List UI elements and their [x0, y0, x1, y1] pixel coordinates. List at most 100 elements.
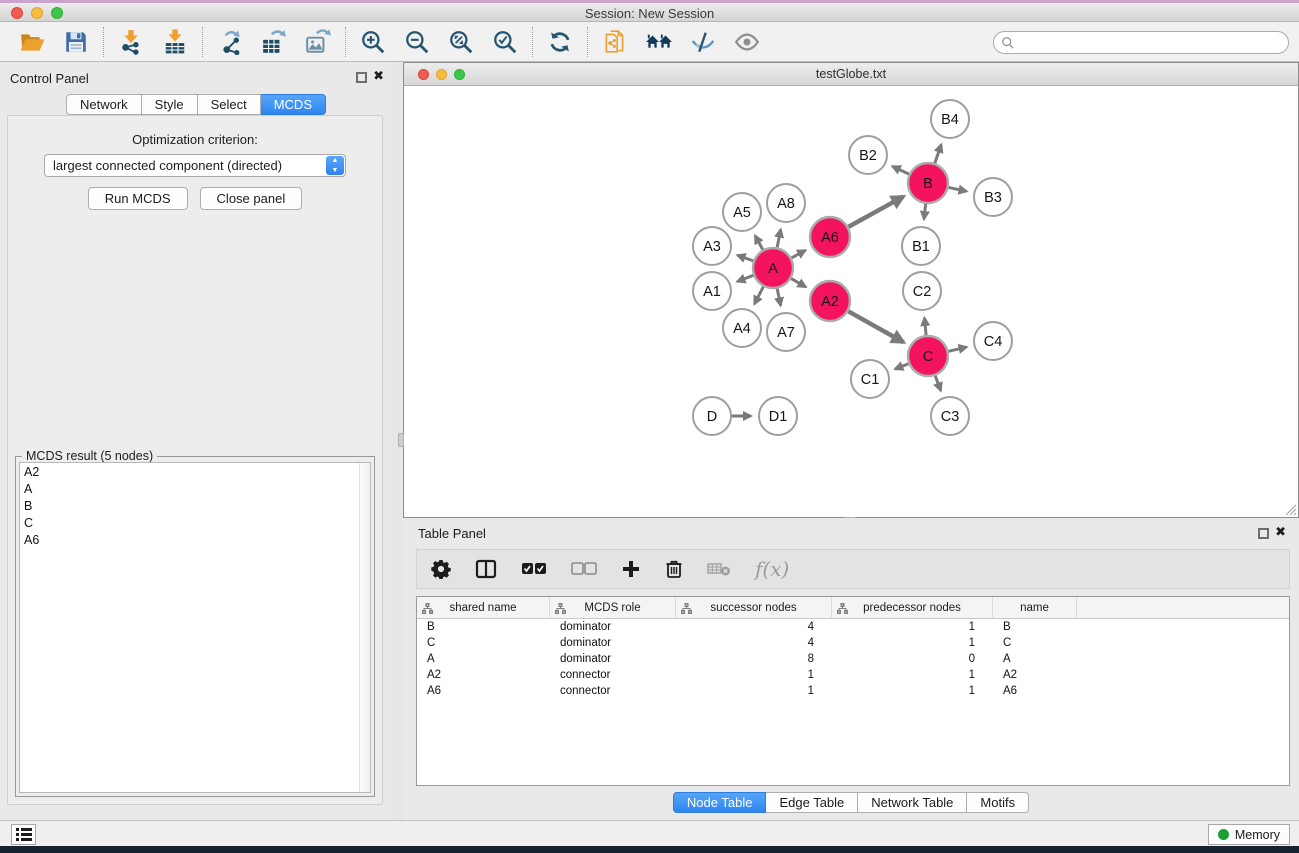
result-list-item[interactable]: A6: [20, 531, 370, 548]
graph-node-A5[interactable]: A5: [723, 193, 761, 231]
graph-node-B2[interactable]: B2: [849, 136, 887, 174]
tab-network[interactable]: Network: [66, 94, 142, 115]
graph-node-C3[interactable]: C3: [931, 397, 969, 435]
table-row[interactable]: A6connector11A6: [417, 683, 1289, 699]
graph-node-A[interactable]: A: [753, 248, 793, 288]
control-panel-close-button[interactable]: ✖: [373, 68, 384, 84]
control-panel-float-button[interactable]: [356, 72, 367, 83]
graph-node-B[interactable]: B: [908, 163, 948, 203]
tab-network-table[interactable]: Network Table: [858, 792, 967, 813]
import-network-icon[interactable]: [109, 25, 153, 59]
graph-edge-B-B3[interactable]: [949, 187, 967, 191]
table-panel-close-button[interactable]: ✖: [1275, 524, 1286, 540]
column-header-MCDS-role[interactable]: MCDS role: [550, 597, 676, 619]
mcds-result-list[interactable]: A2ABCA6: [19, 462, 371, 793]
gear-icon[interactable]: [431, 559, 451, 579]
task-history-button[interactable]: [11, 824, 36, 845]
tab-motifs[interactable]: Motifs: [967, 792, 1029, 813]
result-list-item[interactable]: C: [20, 514, 370, 531]
network-canvas[interactable]: B4 B2 B B3 A8A5 A6 A3 B1 A A1 C2 A2 A4A7 C4 C C1 C3 D D1: [405, 86, 1297, 516]
vertical-splitter-handle[interactable]: [398, 433, 404, 447]
tab-mcds[interactable]: MCDS: [261, 94, 326, 115]
network-window-titlebar[interactable]: testGlobe.txt: [404, 63, 1298, 86]
graph-edge-B-B2[interactable]: [892, 166, 909, 174]
result-list-item[interactable]: A: [20, 480, 370, 497]
result-list-item[interactable]: B: [20, 497, 370, 514]
select-all-checkboxes-icon[interactable]: [521, 562, 547, 576]
export-table-icon[interactable]: [252, 25, 296, 59]
run-mcds-button[interactable]: Run MCDS: [88, 187, 188, 210]
close-panel-button[interactable]: Close panel: [200, 187, 303, 210]
graph-node-D1[interactable]: D1: [759, 397, 797, 435]
graph-edge-A2-C[interactable]: [848, 311, 903, 342]
graph-node-C[interactable]: C: [908, 336, 948, 376]
optimization-criterion-select[interactable]: largest connected component (directed) ▲…: [44, 154, 346, 177]
graph-node-A2[interactable]: A2: [810, 281, 850, 321]
graph-node-B1[interactable]: B1: [902, 227, 940, 265]
graph-node-B4[interactable]: B4: [931, 100, 969, 138]
export-image-icon[interactable]: [296, 25, 340, 59]
graph-edge-A-A6[interactable]: [791, 250, 805, 258]
table-row[interactable]: Bdominator41B: [417, 619, 1289, 635]
graph-node-C2[interactable]: C2: [903, 272, 941, 310]
home-view-icon[interactable]: [637, 25, 681, 59]
column-header-successor-nodes[interactable]: successor nodes: [676, 597, 832, 619]
result-list-scrollbar[interactable]: [359, 463, 370, 792]
graph-node-B3[interactable]: B3: [974, 178, 1012, 216]
open-file-icon[interactable]: [10, 25, 54, 59]
import-table-icon[interactable]: [153, 25, 197, 59]
graph-node-A6[interactable]: A6: [810, 217, 850, 257]
graph-node-A1[interactable]: A1: [693, 272, 731, 310]
column-header-name[interactable]: name: [993, 597, 1077, 619]
graph-edge-C-C4[interactable]: [948, 347, 966, 351]
table-row[interactable]: Adominator80A: [417, 651, 1289, 667]
graph-node-C1[interactable]: C1: [851, 360, 889, 398]
graph-edge-A-A8[interactable]: [777, 229, 781, 247]
graph-node-A3[interactable]: A3: [693, 227, 731, 265]
add-column-icon[interactable]: [621, 559, 641, 579]
refresh-icon[interactable]: [538, 25, 582, 59]
column-selector-icon[interactable]: [475, 559, 497, 579]
tab-node-table[interactable]: Node Table: [673, 792, 767, 813]
export-network-icon[interactable]: [208, 25, 252, 59]
show-graphics-icon[interactable]: [725, 25, 769, 59]
graph-edge-A-A3[interactable]: [737, 255, 753, 261]
graph-node-A4[interactable]: A4: [723, 309, 761, 347]
zoom-selected-icon[interactable]: [483, 25, 527, 59]
table-row[interactable]: A2connector11A2: [417, 667, 1289, 683]
save-session-icon[interactable]: [54, 25, 98, 59]
new-network-icon[interactable]: [593, 25, 637, 59]
column-header-shared-name[interactable]: shared name: [417, 597, 550, 619]
graph-edge-B-B1[interactable]: [924, 204, 926, 219]
tab-select[interactable]: Select: [198, 94, 261, 115]
memory-button[interactable]: Memory: [1208, 824, 1290, 845]
graph-edge-C-C1[interactable]: [895, 364, 908, 369]
graph-edge-A-A4[interactable]: [754, 287, 763, 304]
zoom-fit-icon[interactable]: [439, 25, 483, 59]
table-row[interactable]: Cdominator41C: [417, 635, 1289, 651]
graph-edge-A6-B[interactable]: [848, 197, 903, 227]
column-header-predecessor-nodes[interactable]: predecessor nodes: [832, 597, 993, 619]
graph-edge-A-A7[interactable]: [777, 289, 780, 306]
deselect-all-checkboxes-icon[interactable]: [571, 562, 597, 576]
graph-node-D[interactable]: D: [693, 397, 731, 435]
zoom-in-icon[interactable]: [351, 25, 395, 59]
window-resize-grip[interactable]: [1283, 502, 1297, 516]
zoom-out-icon[interactable]: [395, 25, 439, 59]
node-table[interactable]: shared nameMCDS rolesuccessor nodesprede…: [416, 596, 1290, 786]
table-panel-float-button[interactable]: [1258, 528, 1269, 539]
graph-node-A8[interactable]: A8: [767, 184, 805, 222]
graph-edge-C-C2[interactable]: [924, 318, 926, 335]
delete-column-icon[interactable]: [665, 559, 683, 579]
graph-edge-B-B4[interactable]: [935, 145, 941, 164]
graph-edge-A-A5[interactable]: [755, 236, 763, 250]
graph-edge-A-A1[interactable]: [737, 275, 753, 281]
graph-node-A7[interactable]: A7: [767, 313, 805, 351]
search-input[interactable]: [993, 31, 1289, 54]
graph-node-C4[interactable]: C4: [974, 322, 1012, 360]
hide-graphics-icon[interactable]: [681, 25, 725, 59]
tab-edge-table[interactable]: Edge Table: [766, 792, 858, 813]
result-list-item[interactable]: A2: [20, 463, 370, 480]
graph-edge-C-C3[interactable]: [935, 376, 940, 391]
tab-style[interactable]: Style: [142, 94, 198, 115]
